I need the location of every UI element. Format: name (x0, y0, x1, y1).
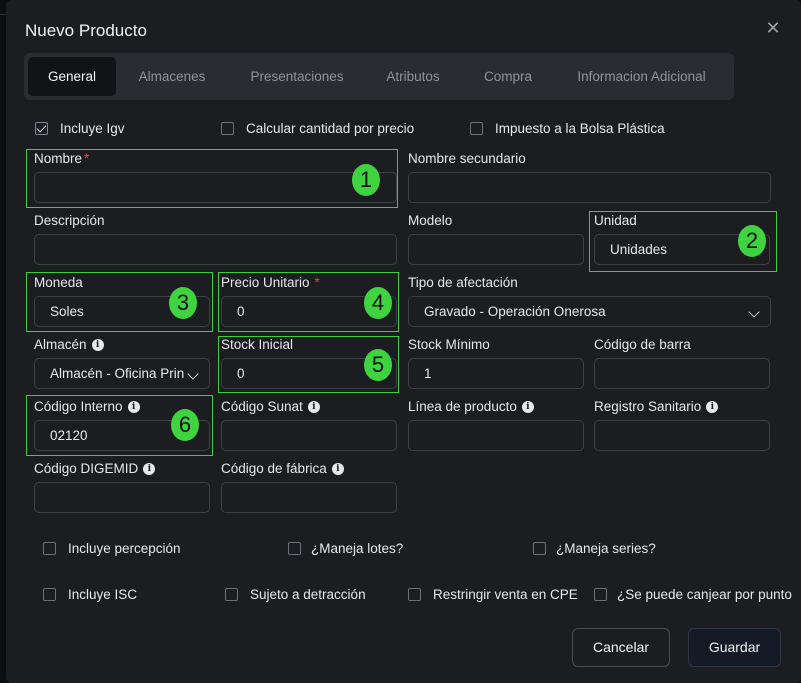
info-icon: i (91, 338, 104, 351)
check-incluye-isc[interactable]: Incluye ISC (43, 587, 137, 602)
modal-title: Nuevo Producto (25, 21, 147, 40)
codigo-digemid-input[interactable] (34, 482, 210, 513)
modelo-input[interactable] (408, 234, 584, 265)
annotation-badge-3: 3 (169, 287, 197, 319)
annotation-badge-1: 1 (352, 164, 380, 196)
checkbox[interactable] (408, 588, 421, 601)
save-button[interactable]: Guardar (688, 628, 781, 667)
tab-compra[interactable]: Compra (472, 57, 544, 96)
info-icon: i (307, 400, 320, 413)
registro-sanitario-input[interactable] (594, 420, 770, 451)
check-label: Incluye ISC (68, 587, 138, 602)
check-label: Restringir venta en CPE (433, 587, 578, 602)
checkbox[interactable] (43, 588, 56, 601)
info-icon: i (143, 462, 156, 475)
check-restringir-venta[interactable]: Restringir venta en CPE (408, 587, 578, 602)
annotation-badge-6: 6 (171, 409, 199, 441)
label-descripcion: Descripción (34, 213, 105, 228)
codigo-fabrica-input[interactable] (221, 482, 397, 513)
info-icon: i (521, 400, 534, 413)
label-linea-producto: Línea de producto i (408, 399, 534, 414)
checkbox[interactable] (288, 542, 301, 555)
new-product-modal: Nuevo Producto ✕ General Almacenes Prese… (6, 0, 801, 683)
annotation-badge-5: 5 (364, 349, 392, 381)
label-codigo-digemid: Código DIGEMID i (34, 461, 156, 476)
label-codigo-sunat: Código Sunat i (221, 399, 320, 414)
descripcion-input[interactable] (34, 234, 397, 265)
tab-atributos[interactable]: Atributos (374, 57, 452, 96)
label-codigo-fabrica: Código de fábrica i (221, 461, 344, 476)
check-label: Calcular cantidad por precio (246, 121, 415, 136)
info-icon: i (706, 400, 719, 413)
check-label: Impuesto a la Bolsa Plástica (495, 121, 665, 136)
checkbox[interactable] (470, 122, 483, 135)
check-sujeto-detraccion[interactable]: Sujeto a detracción (225, 587, 366, 602)
check-label: ¿Maneja series? (556, 541, 656, 556)
checkbox[interactable] (221, 122, 234, 135)
tipo-afectacion-value: Gravado - Operación Onerosa (424, 304, 606, 319)
check-label: ¿Se puede canjear por punto (617, 587, 792, 602)
annotation-badge-4: 4 (364, 287, 392, 319)
label-modelo: Modelo (408, 213, 453, 228)
check-incluye-percepcion[interactable]: Incluye percepción (43, 541, 181, 556)
chevron-down-icon (187, 368, 199, 380)
info-icon: i (331, 462, 344, 475)
checkbox[interactable] (594, 588, 607, 601)
tab-presentaciones[interactable]: Presentaciones (232, 57, 362, 96)
check-maneja-lotes[interactable]: ¿Maneja lotes? (288, 541, 403, 556)
codigo-sunat-input[interactable] (221, 420, 397, 451)
checkbox[interactable] (225, 588, 238, 601)
tipo-afectacion-select[interactable]: Gravado - Operación Onerosa (408, 296, 771, 327)
highlight-box-1 (26, 149, 398, 208)
label-nombre-secundario: Nombre secundario (408, 151, 526, 166)
check-calcular-cantidad[interactable]: Calcular cantidad por precio (221, 121, 414, 136)
label-tipo-afectacion: Tipo de afectación (408, 275, 518, 290)
check-canjear-puntos[interactable]: ¿Se puede canjear por punto (594, 587, 801, 602)
label-almacen: Almacén i (34, 337, 104, 352)
tab-bar: General Almacenes Presentaciones Atribut… (24, 53, 734, 100)
label-registro-sanitario: Registro Sanitario i (594, 399, 719, 414)
chevron-down-icon (748, 306, 760, 318)
check-label: ¿Maneja lotes? (311, 541, 404, 556)
checkbox[interactable] (533, 542, 546, 555)
check-incluye-igv[interactable]: Incluye Igv (35, 121, 125, 136)
almacen-value: Almacén - Oficina Prin (50, 366, 185, 381)
check-label: Incluye percepción (68, 541, 181, 556)
tab-general[interactable]: General (28, 57, 116, 96)
close-icon[interactable]: ✕ (764, 19, 782, 37)
label-codigo-barra: Código de barra (594, 337, 691, 352)
almacen-select[interactable]: Almacén - Oficina Prin (34, 358, 210, 389)
linea-producto-input[interactable] (408, 420, 584, 451)
tab-almacenes[interactable]: Almacenes (124, 57, 220, 96)
check-maneja-series[interactable]: ¿Maneja series? (533, 541, 656, 556)
annotation-badge-2: 2 (738, 225, 766, 257)
check-label: Incluye Igv (60, 121, 125, 136)
check-label: Sujeto a detracción (250, 587, 366, 602)
stock-minimo-input[interactable]: 1 (408, 358, 584, 389)
checkbox[interactable] (43, 542, 56, 555)
checkbox[interactable] (35, 122, 48, 135)
label-stock-minimo: Stock Mínimo (408, 337, 490, 352)
nombre-secundario-input[interactable] (408, 172, 771, 203)
cancel-button[interactable]: Cancelar (572, 628, 670, 667)
tab-informacion-adicional[interactable]: Informacion Adicional (564, 57, 719, 96)
check-impuesto-bolsa[interactable]: Impuesto a la Bolsa Plástica (470, 121, 665, 136)
codigo-barra-input[interactable] (594, 358, 770, 389)
